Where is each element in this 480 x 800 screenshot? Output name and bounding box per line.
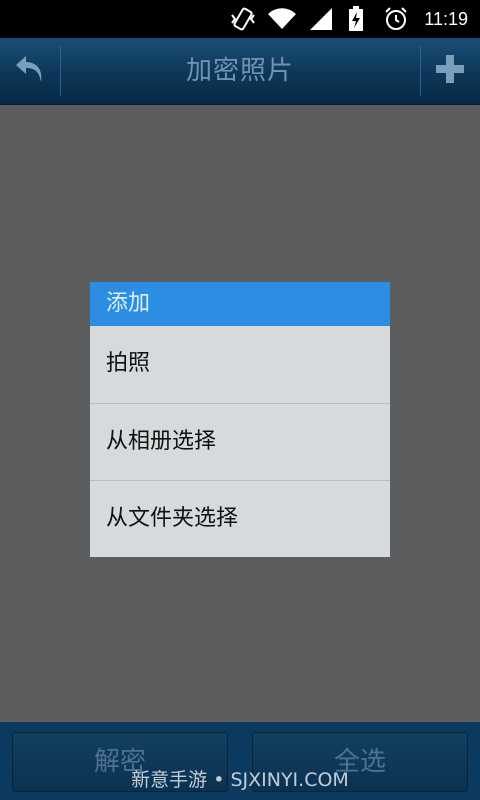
plus-icon	[434, 53, 466, 89]
vibrate-icon	[228, 6, 258, 32]
status-time: 11:19	[424, 9, 468, 29]
alarm-icon	[383, 6, 409, 32]
dialog-title: 添加	[90, 282, 390, 326]
wifi-icon	[265, 6, 299, 32]
watermark-text: 新意手游 • SJXINYI.COM	[131, 769, 349, 791]
dialog-item-choose-from-album[interactable]: 从相册选择	[90, 403, 390, 480]
status-bar: 11:19	[0, 0, 480, 38]
battery-charging-icon	[346, 6, 366, 32]
back-button[interactable]	[0, 38, 60, 104]
add-button[interactable]	[420, 38, 480, 104]
back-arrow-icon	[13, 52, 47, 90]
dialog-item-choose-from-folder[interactable]: 从文件夹选择	[90, 480, 390, 557]
title-bar: 加密照片	[0, 38, 480, 105]
signal-icon	[308, 6, 334, 32]
page-title: 加密照片	[185, 56, 294, 86]
dialog-item-take-photo[interactable]: 拍照	[90, 326, 390, 403]
add-dialog: 添加 拍照 从相册选择 从文件夹选择	[90, 282, 390, 557]
